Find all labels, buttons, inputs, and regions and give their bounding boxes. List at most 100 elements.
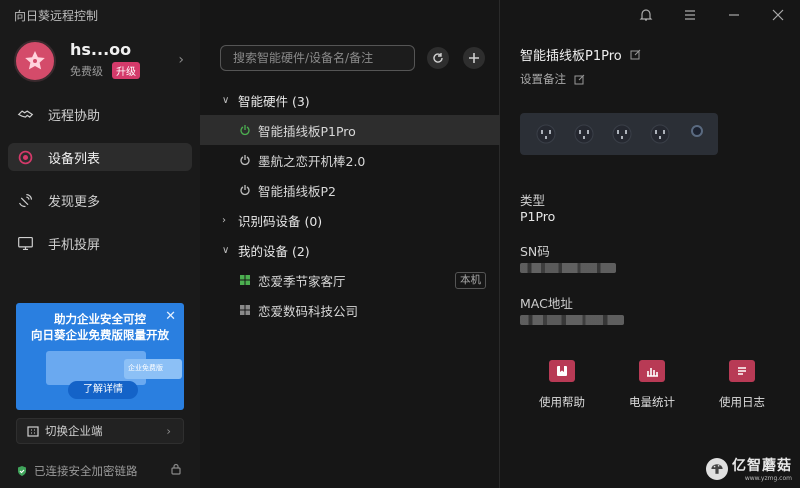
promo-card-label: 企业免费版 bbox=[128, 364, 163, 372]
help-button[interactable]: 使用帮助 bbox=[532, 360, 592, 410]
refresh-icon bbox=[433, 53, 443, 63]
mac-value-redacted bbox=[520, 315, 624, 325]
type-label: 类型 bbox=[520, 193, 546, 208]
power-stats-button[interactable]: 电量统计 bbox=[622, 360, 682, 410]
switch-enterprise-button[interactable]: 切换企业端 › bbox=[16, 418, 184, 444]
device-item[interactable]: 智能插线板P1Pro bbox=[200, 115, 500, 145]
power-button-icon bbox=[688, 123, 706, 145]
socket-icon bbox=[650, 124, 670, 144]
group-id-devices[interactable]: › 识别码设备 (0) bbox=[200, 205, 500, 235]
switch-enterprise-label: 切换企业端 bbox=[45, 424, 103, 438]
secure-status-label: 已连接安全加密链路 bbox=[34, 464, 138, 478]
screen-cast-icon bbox=[16, 234, 34, 252]
device-item[interactable]: 恋爱数码科技公司 bbox=[200, 295, 500, 325]
plan-label: 免费级 bbox=[70, 65, 103, 78]
chevron-right-icon: › bbox=[166, 424, 171, 438]
secure-status: 已连接安全加密链路 bbox=[16, 463, 138, 479]
learn-more-button[interactable]: 了解详情 bbox=[68, 381, 138, 399]
device-label: 智能插线板P1Pro bbox=[258, 123, 356, 139]
mac-label: MAC地址 bbox=[520, 296, 573, 311]
usage-log-button[interactable]: 使用日志 bbox=[712, 360, 772, 410]
device-label: 恋爱季节家客厅 bbox=[258, 273, 346, 289]
edit-icon[interactable] bbox=[574, 74, 585, 85]
device-label: 智能插线板P2 bbox=[258, 183, 336, 199]
socket-icon bbox=[612, 124, 632, 144]
app-title: 向日葵远程控制 bbox=[14, 9, 99, 23]
refresh-button[interactable] bbox=[427, 47, 449, 69]
chevron-down-icon: ∨ bbox=[222, 244, 230, 256]
sidebar-item-discover[interactable]: 发现更多 bbox=[8, 186, 192, 214]
sidebar-item-label: 设备列表 bbox=[48, 151, 101, 167]
device-item[interactable]: 墨航之恋开机棒2.0 bbox=[200, 145, 500, 175]
promo-subheadline: 向日葵企业免费版限量开放 bbox=[31, 328, 169, 342]
group-smart-hardware[interactable]: ∨ 智能硬件 (3) bbox=[200, 85, 500, 115]
close-icon[interactable]: ✕ bbox=[165, 309, 176, 324]
promo-headline: 助力企业安全可控 bbox=[54, 312, 146, 326]
window-controls bbox=[624, 0, 800, 30]
bar-chart-icon bbox=[639, 360, 665, 382]
help-book-icon bbox=[549, 360, 575, 382]
device-name: 智能插线板P1Pro bbox=[520, 45, 641, 64]
group-my-devices[interactable]: ∨ 我的设备 (2) bbox=[200, 235, 500, 265]
log-icon bbox=[729, 360, 755, 382]
satellite-icon bbox=[16, 191, 34, 209]
watermark: 亿智蘑菇 www.yzmg.com bbox=[706, 455, 792, 482]
socket-icon bbox=[536, 124, 556, 144]
app-window: 向日葵远程控制 hs...oo 免费级 升级 › 远程协助 设备列表 发现更多 … bbox=[0, 0, 800, 488]
usage-log-label: 使用日志 bbox=[719, 395, 765, 409]
sn-value-redacted bbox=[520, 263, 616, 273]
close-button[interactable] bbox=[756, 0, 800, 30]
chevron-down-icon: ∨ bbox=[222, 94, 230, 106]
avatar[interactable] bbox=[14, 40, 56, 82]
device-item[interactable]: 智能插线板P2 bbox=[200, 175, 500, 205]
sidebar-item-label: 远程协助 bbox=[48, 108, 101, 124]
windows-icon bbox=[238, 273, 252, 287]
chevron-right-icon[interactable]: › bbox=[178, 52, 184, 68]
group-label: 识别码设备 (0) bbox=[238, 213, 323, 229]
power-icon bbox=[238, 153, 252, 167]
group-label: 智能硬件 (3) bbox=[238, 93, 310, 109]
enterprise-promo-banner[interactable]: 助力企业安全可控 向日葵企业免费版限量开放 ✕ 企业免费版 了解详情 bbox=[16, 303, 184, 410]
lock-icon[interactable] bbox=[170, 463, 182, 475]
search-input[interactable] bbox=[220, 45, 415, 71]
star-icon bbox=[25, 51, 45, 70]
set-remark[interactable]: 设置备注 bbox=[520, 71, 585, 87]
building-icon bbox=[27, 426, 39, 437]
device-label: 墨航之恋开机棒2.0 bbox=[258, 153, 366, 169]
power-strip-image bbox=[520, 113, 718, 155]
notification-button[interactable] bbox=[624, 0, 668, 30]
socket-icon bbox=[574, 124, 594, 144]
sidebar-item-screen-cast[interactable]: 手机投屏 bbox=[8, 229, 192, 257]
power-icon bbox=[238, 183, 252, 197]
minimize-icon bbox=[729, 14, 739, 16]
minimize-button[interactable] bbox=[712, 0, 756, 30]
sidebar-item-label: 手机投屏 bbox=[48, 237, 101, 253]
power-stats-label: 电量统计 bbox=[629, 395, 675, 409]
edit-icon[interactable] bbox=[630, 49, 641, 60]
set-remark-label: 设置备注 bbox=[520, 72, 566, 86]
username: hs...oo bbox=[70, 40, 132, 59]
plus-icon bbox=[469, 53, 479, 63]
local-device-badge: 本机 bbox=[455, 272, 486, 289]
type-value: P1Pro bbox=[520, 209, 556, 224]
add-device-button[interactable] bbox=[463, 47, 485, 69]
windows-icon bbox=[238, 303, 252, 317]
close-icon bbox=[772, 9, 784, 21]
watermark-url: www.yzmg.com bbox=[744, 475, 792, 482]
sidebar-item-remote-assist[interactable]: 远程协助 bbox=[8, 100, 192, 128]
device-list-pane: ∨ 智能硬件 (3) 智能插线板P1Pro 墨航之恋开机棒2.0 智能插线板P2… bbox=[200, 0, 500, 488]
device-actions: 使用帮助 电量统计 使用日志 bbox=[520, 360, 790, 420]
sidebar-item-device-list[interactable]: 设备列表 bbox=[8, 143, 192, 171]
bell-icon bbox=[639, 9, 653, 21]
help-label: 使用帮助 bbox=[539, 395, 585, 409]
device-label: 恋爱数码科技公司 bbox=[258, 303, 359, 319]
device-item[interactable]: 恋爱季节家客厅 本机 bbox=[200, 265, 500, 295]
hamburger-menu-icon bbox=[685, 10, 695, 20]
menu-button[interactable] bbox=[668, 0, 712, 30]
profile-card[interactable]: hs...oo 免费级 升级 › bbox=[14, 40, 190, 82]
shield-check-icon bbox=[18, 466, 26, 476]
upgrade-badge[interactable]: 升级 bbox=[112, 62, 140, 79]
sidebar-nav: 远程协助 设备列表 发现更多 手机投屏 bbox=[8, 100, 192, 272]
device-tree: ∨ 智能硬件 (3) 智能插线板P1Pro 墨航之恋开机棒2.0 智能插线板P2… bbox=[200, 85, 500, 325]
power-icon bbox=[238, 123, 252, 137]
